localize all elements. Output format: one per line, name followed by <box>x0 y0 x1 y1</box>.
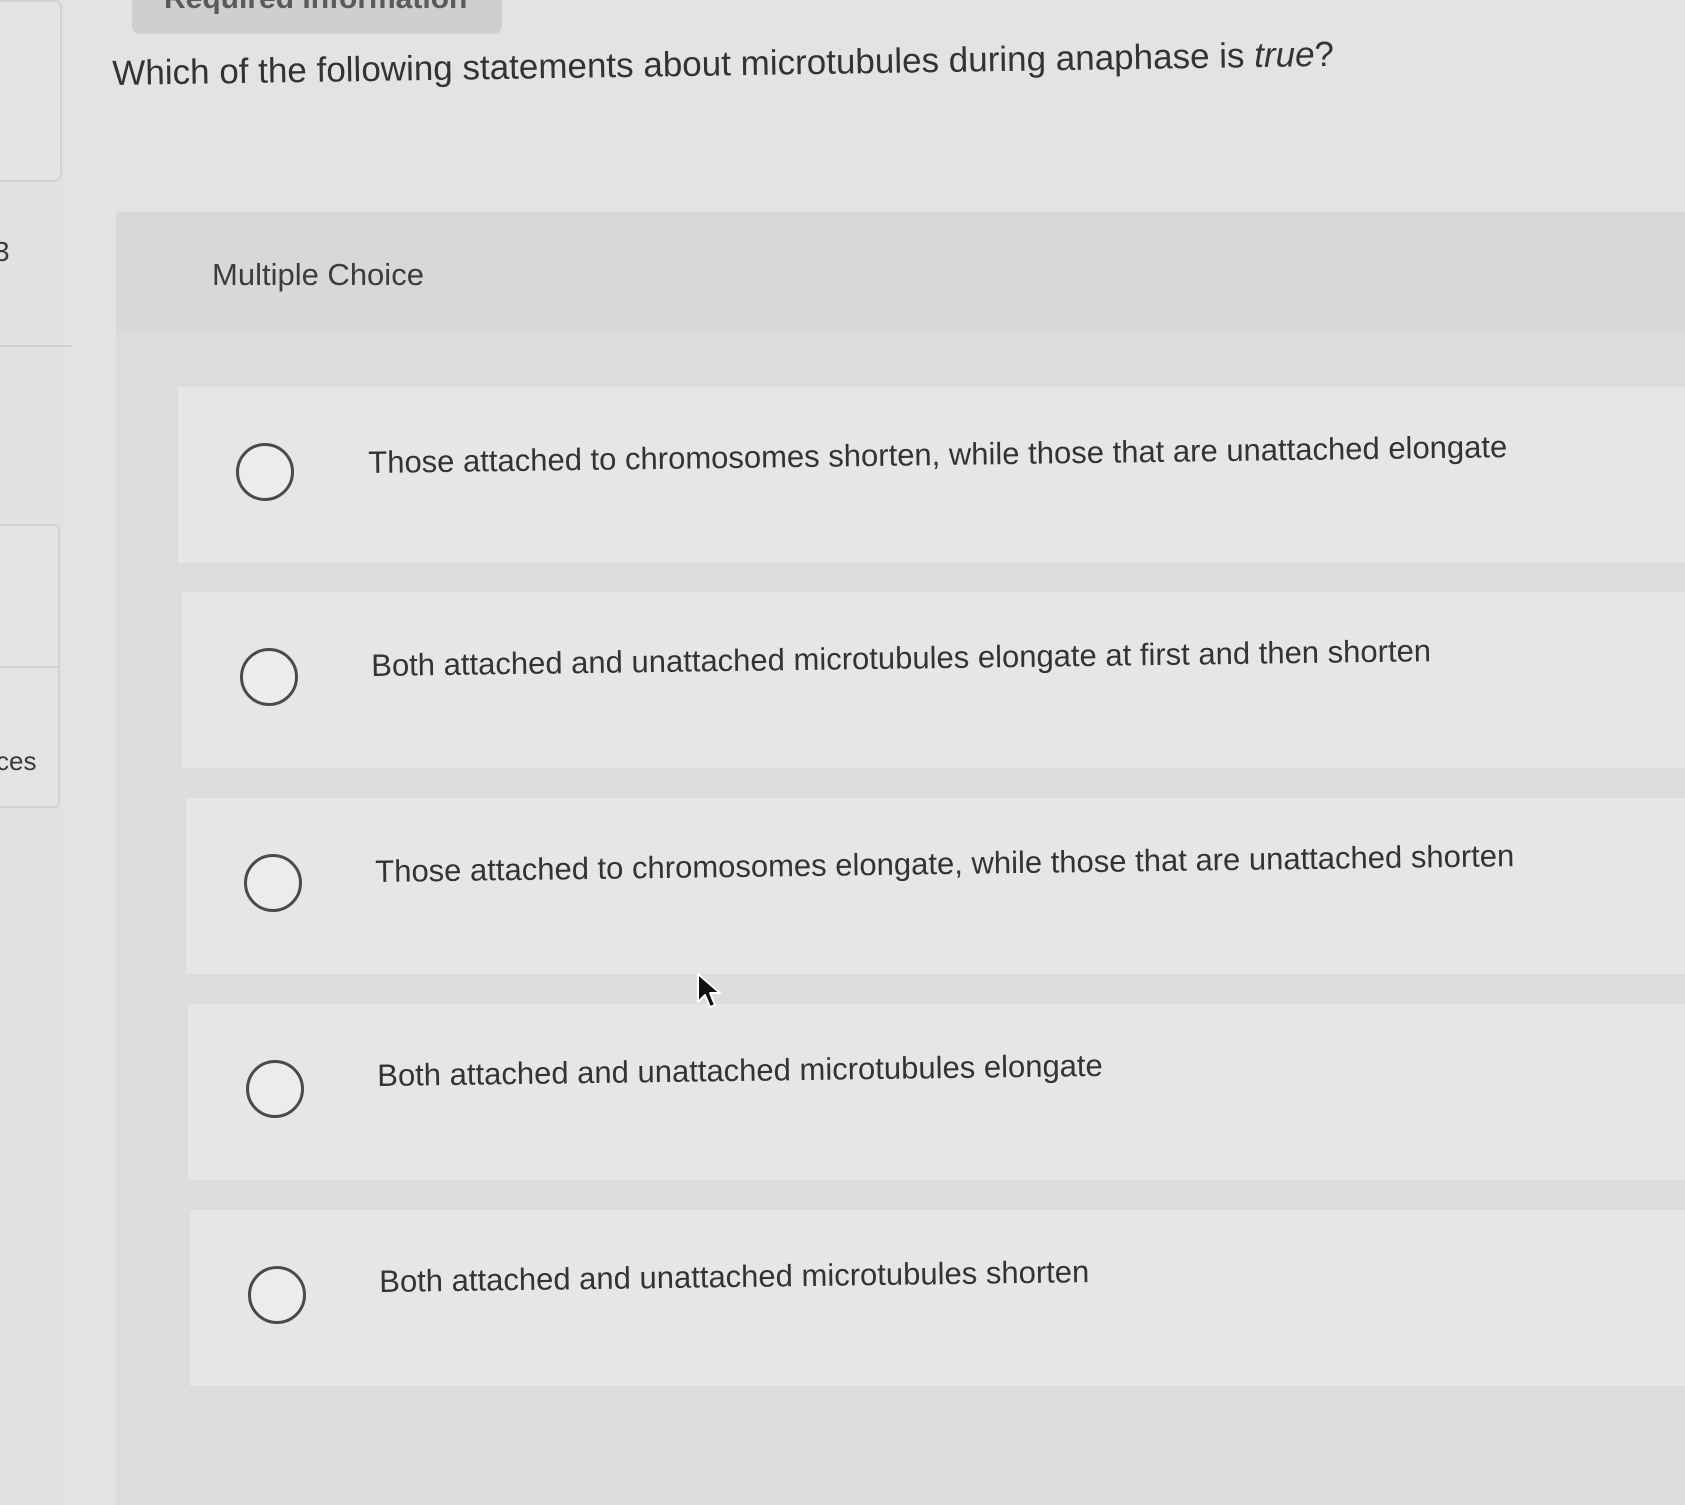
radio-button-icon[interactable] <box>244 854 302 912</box>
radio-button-icon[interactable] <box>248 1266 306 1324</box>
question-text: Which of the following statements about … <box>112 35 1334 94</box>
radio-button-icon[interactable] <box>246 1060 304 1118</box>
question-type-label: Multiple Choice <box>212 257 424 292</box>
question-text-start: Which of the following statements about … <box>112 36 1255 93</box>
sidebar-label[interactable]: ces <box>0 746 36 777</box>
question-emphasis: true <box>1253 35 1315 76</box>
radio-button-icon[interactable] <box>236 443 294 501</box>
sidebar-question-number[interactable]: 3 <box>0 236 10 268</box>
answer-option-label: Those attached to chromosomes shorten, w… <box>368 429 1508 480</box>
answer-option-1[interactable]: Those attached to chromosomes shorten, w… <box>178 387 1685 563</box>
answer-option-2[interactable]: Both attached and unattached microtubule… <box>182 592 1685 768</box>
answer-option-4[interactable]: Both attached and unattached microtubule… <box>188 1004 1685 1180</box>
required-information-label: Required Information <box>164 0 467 16</box>
question-text-end: ? <box>1314 34 1335 75</box>
answer-option-label: Both attached and unattached microtubule… <box>371 633 1432 683</box>
answer-option-label: Both attached and unattached microtubule… <box>379 1254 1090 1299</box>
radio-button-icon[interactable] <box>240 648 298 706</box>
sidebar-card-top[interactable] <box>0 0 62 182</box>
required-information-tab[interactable]: Required Information <box>132 0 502 34</box>
answer-option-3[interactable]: Those attached to chromosomes elongate, … <box>186 798 1685 974</box>
answer-option-label: Those attached to chromosomes elongate, … <box>375 838 1515 889</box>
answer-option-5[interactable]: Both attached and unattached microtubule… <box>190 1210 1685 1386</box>
answer-option-label: Both attached and unattached microtubule… <box>377 1047 1104 1093</box>
mouse-pointer-icon <box>697 973 721 1008</box>
sidebar-divider <box>0 345 72 347</box>
sidebar-card-divider <box>0 666 58 668</box>
